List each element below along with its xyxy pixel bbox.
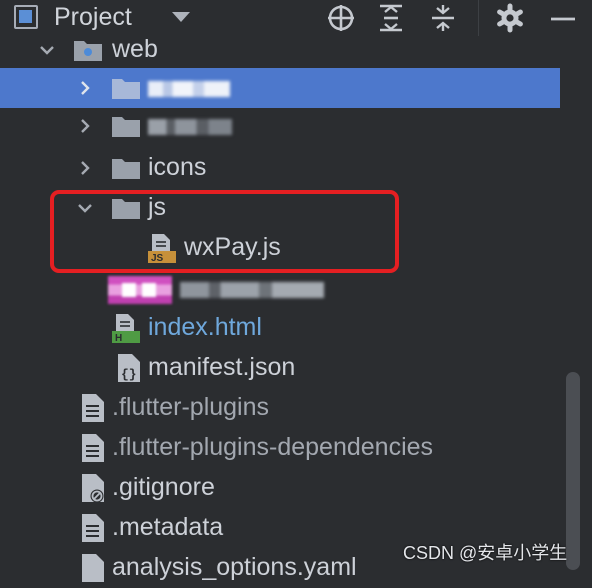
project-view-icon[interactable] — [14, 5, 38, 29]
chevron-down-icon[interactable] — [30, 30, 64, 70]
scrollbar-thumb[interactable] — [566, 372, 580, 570]
watermark: CSDN @安卓小学生 — [403, 543, 568, 563]
tree-node-index-html[interactable]: H index.html — [0, 308, 560, 348]
tree-node-folder[interactable] — [0, 106, 560, 146]
tree-label-manifest-json: manifest.json — [148, 353, 296, 381]
text-file-icon — [82, 434, 104, 462]
tree-label-gitignore: .gitignore — [112, 473, 215, 501]
tree-node-manifest-json[interactable]: {} manifest.json — [0, 348, 560, 388]
blurred-folder-name — [148, 119, 232, 135]
tree-node-web[interactable]: web — [0, 30, 560, 70]
tree-node-blurred-file[interactable] — [0, 268, 560, 308]
panel-title[interactable]: Project — [54, 3, 132, 32]
chevron-down-icon[interactable] — [172, 12, 190, 22]
tree-label-metadata: .metadata — [112, 513, 224, 541]
blurred-folder-name — [148, 81, 230, 97]
tree-label-flutter-plugins-dependencies: .flutter-plugins-dependencies — [112, 433, 434, 461]
tree-label-web: web — [112, 35, 158, 63]
tree-label-icons: icons — [148, 153, 207, 181]
tree-node-gitignore[interactable]: .gitignore — [0, 468, 560, 508]
folder-icon — [112, 79, 140, 99]
ignore-file-icon — [82, 474, 104, 503]
tree-label-flutter-plugins: .flutter-plugins — [112, 393, 270, 421]
json-file-icon: {} — [118, 354, 140, 382]
chevron-right-icon[interactable] — [68, 148, 102, 188]
chevron-right-icon[interactable] — [68, 68, 102, 108]
folder-icon — [112, 159, 140, 179]
tree-node-flutter-plugins[interactable]: .flutter-plugins — [0, 388, 560, 428]
svg-text:{}: {} — [121, 367, 137, 382]
chevron-right-icon[interactable] — [68, 106, 102, 146]
blurred-file-icon — [108, 276, 172, 304]
svg-text:H: H — [115, 333, 122, 343]
text-file-icon — [82, 514, 104, 542]
web-folder-icon — [74, 41, 102, 61]
tree-node-icons[interactable]: icons — [0, 148, 560, 188]
text-file-icon — [82, 394, 104, 422]
tree-label-index-html: index.html — [148, 313, 262, 341]
tree-node-flutter-plugins-dependencies[interactable]: .flutter-plugins-dependencies — [0, 428, 560, 468]
tree-node-selected-folder[interactable] — [0, 68, 560, 108]
highlight-box — [50, 190, 399, 273]
blurred-file-name — [180, 282, 324, 298]
html-file-icon: H — [112, 314, 140, 343]
yaml-file-icon — [82, 554, 104, 582]
folder-icon — [112, 117, 140, 137]
tree-label-analysis-options: analysis_options.yaml — [112, 553, 357, 581]
